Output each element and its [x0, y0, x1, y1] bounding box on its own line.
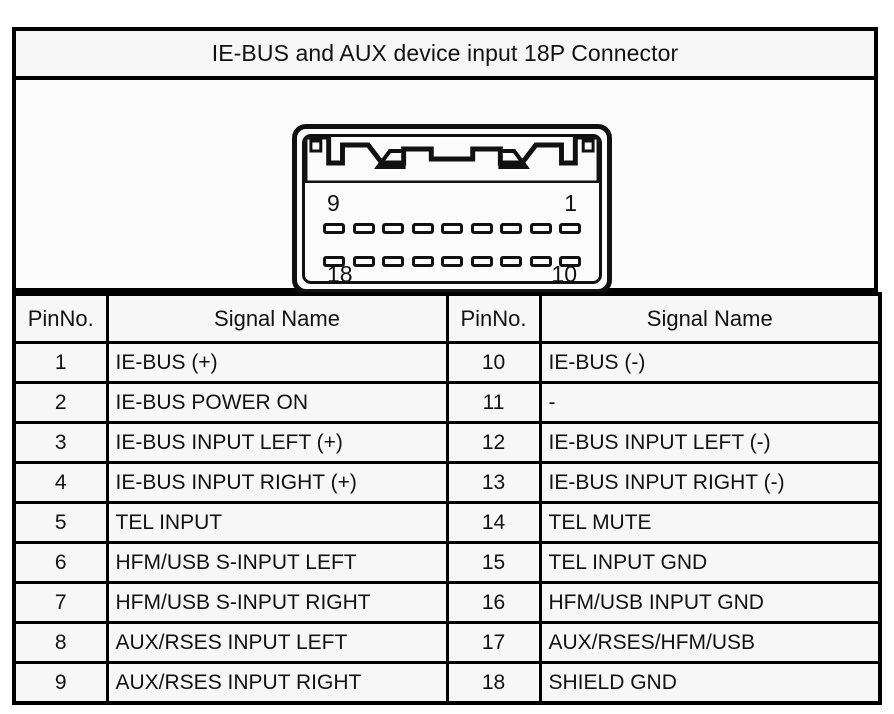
pin-number-left: 4 [12, 461, 109, 504]
column-header-signal-right: Signal Name [538, 292, 882, 344]
pin-cavity [559, 256, 581, 267]
connector-pin-row-bottom [323, 256, 581, 267]
table-header-row: PinNo. Signal Name PinNo. Signal Name [12, 292, 882, 344]
signal-name-left: HFM/USB S-INPUT LEFT [105, 541, 449, 584]
connector-shell: 9 1 18 10 [292, 124, 612, 294]
pinout-table-body: 1 IE-BUS (+) 10 IE-BUS (-) 2 IE-BUS POWE… [12, 341, 882, 705]
signal-name-right: AUX/RSES/HFM/USB [538, 621, 882, 664]
pin-number-right: 15 [445, 541, 542, 584]
signal-name-right: IE-BUS (-) [538, 341, 882, 384]
pin-cavity [441, 223, 463, 234]
connector-pin-label-9: 9 [327, 190, 340, 216]
pin-cavity [411, 223, 434, 234]
signal-name-right: TEL MUTE [538, 501, 882, 544]
signal-name-left: AUX/RSES INPUT LEFT [105, 621, 449, 664]
pin-number-left: 1 [12, 341, 109, 384]
pin-cavity [500, 256, 522, 267]
pin-number-right: 10 [445, 341, 542, 384]
column-header-signal-left: Signal Name [105, 292, 449, 344]
signal-name-left: IE-BUS (+) [105, 341, 449, 384]
table-row: 8 AUX/RSES INPUT LEFT 17 AUX/RSES/HFM/US… [12, 621, 882, 664]
pin-number-left: 7 [12, 581, 109, 624]
connector-pin-row-top [323, 223, 581, 234]
signal-name-right: IE-BUS INPUT RIGHT (-) [538, 461, 882, 504]
pin-cavity [352, 223, 375, 234]
pin-number-left: 6 [12, 541, 109, 584]
signal-name-left: IE-BUS POWER ON [105, 381, 449, 424]
signal-name-right: TEL INPUT GND [538, 541, 882, 584]
connector-illustration-band: 9 1 18 10 [12, 80, 878, 294]
table-row: 7 HFM/USB S-INPUT RIGHT 16 HFM/USB INPUT… [12, 581, 882, 624]
table-row: 5 TEL INPUT 14 TEL MUTE [12, 501, 882, 544]
pin-cavity [559, 223, 581, 234]
table-row: 4 IE-BUS INPUT RIGHT (+) 13 IE-BUS INPUT… [12, 461, 882, 504]
connector-keyway-icon [305, 137, 599, 183]
table-row: 9 AUX/RSES INPUT RIGHT 18 SHIELD GND [12, 661, 882, 705]
signal-name-right: IE-BUS INPUT LEFT (-) [538, 421, 882, 464]
pin-cavity [382, 223, 404, 234]
connector-pin-label-1: 1 [564, 190, 577, 216]
column-header-pin-left: PinNo. [12, 292, 109, 344]
pin-cavity [352, 256, 375, 267]
pin-number-left: 2 [12, 381, 109, 424]
pin-number-right: 11 [445, 381, 542, 424]
table-row: 3 IE-BUS INPUT LEFT (+) 12 IE-BUS INPUT … [12, 421, 882, 464]
pin-number-left: 3 [12, 421, 109, 464]
pin-cavity [500, 223, 522, 234]
signal-name-left: IE-BUS INPUT LEFT (+) [105, 421, 449, 464]
pin-number-right: 14 [445, 501, 542, 544]
pin-cavity [529, 256, 552, 267]
signal-name-left: HFM/USB S-INPUT RIGHT [105, 581, 449, 624]
signal-name-left: AUX/RSES INPUT RIGHT [105, 661, 449, 705]
pin-cavity [441, 256, 463, 267]
connector-shell-inner: 9 1 18 10 [302, 134, 602, 284]
table-row: 6 HFM/USB S-INPUT LEFT 15 TEL INPUT GND [12, 541, 882, 584]
pin-cavity [470, 223, 493, 234]
pin-cavity [382, 256, 404, 267]
pin-cavity [411, 256, 434, 267]
pin-number-right: 18 [445, 661, 542, 705]
signal-name-right: SHIELD GND [538, 661, 882, 705]
pin-cavity [470, 256, 493, 267]
table-row: 2 IE-BUS POWER ON 11 - [12, 381, 882, 424]
pin-number-left: 5 [12, 501, 109, 544]
connector-pin-grid [323, 223, 581, 267]
signal-name-right: HFM/USB INPUT GND [538, 581, 882, 624]
pin-number-right: 12 [445, 421, 542, 464]
pin-number-right: 17 [445, 621, 542, 664]
table-row: 1 IE-BUS (+) 10 IE-BUS (-) [12, 341, 882, 384]
pin-cavity [529, 223, 552, 234]
signal-name-right: - [538, 381, 882, 424]
signal-name-left: IE-BUS INPUT RIGHT (+) [105, 461, 449, 504]
column-header-pin-right: PinNo. [445, 292, 542, 344]
pinout-table: PinNo. Signal Name PinNo. Signal Name 1 … [12, 292, 882, 705]
title-band: IE-BUS and AUX device input 18P Connecto… [12, 27, 878, 80]
pin-number-right: 16 [445, 581, 542, 624]
pin-number-right: 13 [445, 461, 542, 504]
signal-name-left: TEL INPUT [105, 501, 449, 544]
pin-cavity [323, 256, 345, 267]
page-title: IE-BUS and AUX device input 18P Connecto… [211, 40, 679, 66]
pin-number-left: 8 [12, 621, 109, 664]
pin-number-left: 9 [12, 661, 109, 705]
pin-cavity [323, 223, 345, 234]
connector-datasheet: IE-BUS and AUX device input 18P Connecto… [12, 27, 882, 705]
